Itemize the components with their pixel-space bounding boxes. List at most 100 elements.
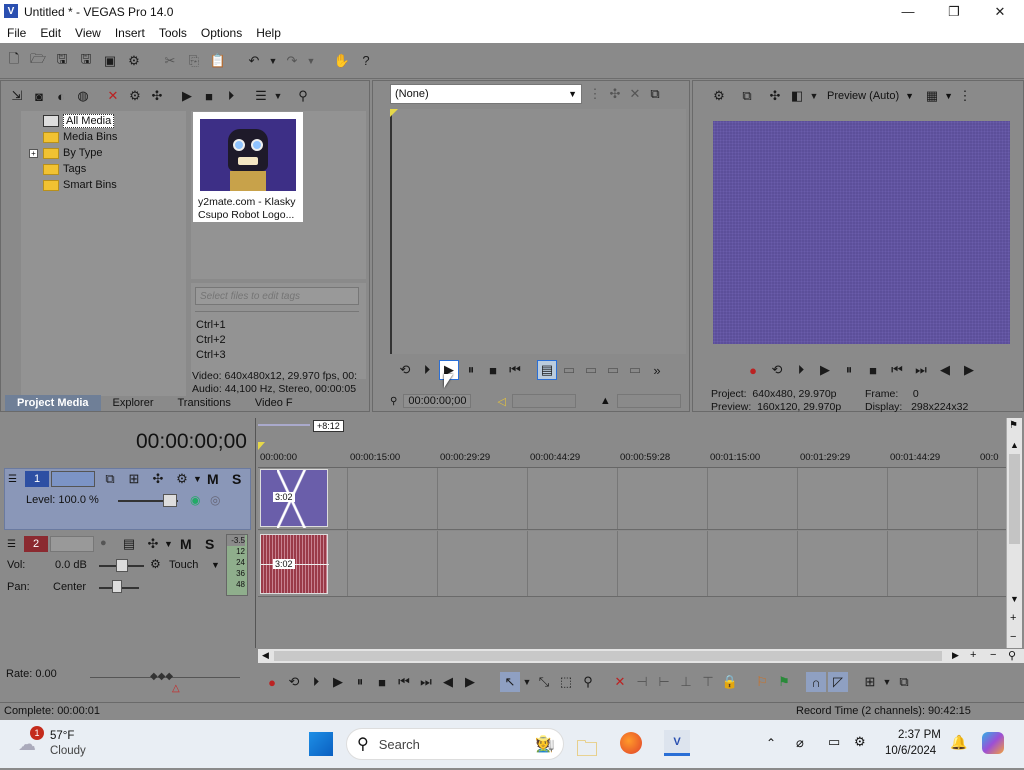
properties-icon[interactable]: ⚙ [124, 51, 144, 71]
go-to-start-icon[interactable]: ⏮ [505, 360, 525, 380]
audio-channel-icon[interactable]: ✣ [143, 534, 163, 554]
ripple-edit-icon[interactable]: ⊞ [860, 672, 880, 692]
level-slider-thumb[interactable] [163, 494, 177, 507]
grid-icon[interactable]: ▦ [922, 86, 942, 106]
tree-smart-bins[interactable]: Smart Bins [23, 177, 184, 193]
preview-quality[interactable]: Preview (Auto) [827, 90, 899, 102]
track-fx-icon[interactable]: ⊞ [124, 469, 144, 489]
stop-icon[interactable]: ■ [863, 360, 883, 380]
tab-transitions[interactable]: Transitions [166, 395, 243, 411]
automation-mode[interactable]: Touch [169, 559, 198, 571]
tab-explorer[interactable]: Explorer [101, 395, 166, 411]
track-motion-icon[interactable]: ⧉ [100, 469, 120, 489]
help-icon[interactable]: ? [356, 51, 376, 71]
automation-dropdown-icon[interactable]: ▼ [211, 560, 220, 570]
open-folder-icon[interactable]: 🗁 [28, 51, 48, 71]
media-fx-icon[interactable]: ⚙ [125, 86, 145, 106]
pause-icon[interactable]: ⏸ [461, 360, 481, 380]
render-icon[interactable]: ▣ [100, 51, 120, 71]
trim-icon[interactable]: ⊤ [698, 672, 718, 692]
save-icon[interactable]: 🖫 [52, 51, 72, 71]
stop-icon[interactable]: ■ [199, 86, 219, 106]
tree-tags[interactable]: Tags [23, 161, 184, 177]
weather-widget[interactable]: ☁ 1 57°F Cloudy [18, 726, 118, 762]
menu-file[interactable]: File [0, 26, 33, 40]
web-icon[interactable]: ◍ [73, 86, 93, 106]
trimmer-clear-icon[interactable]: ⋮ [585, 84, 605, 104]
insert-icon[interactable]: ▭ [603, 360, 623, 380]
scroll-up-icon[interactable]: ▲ [1010, 440, 1019, 450]
grid-dropdown-icon[interactable]: ▼ [944, 91, 953, 101]
import-media-icon[interactable]: ⇲ [7, 86, 27, 106]
zoom-tool-icon[interactable]: ⚲ [1008, 649, 1016, 662]
audio-track-lane[interactable]: 3:02 [258, 531, 1006, 597]
tag-input[interactable] [195, 287, 359, 305]
timeline-vertical-scrollbar[interactable]: ⚑ ▲ ▼ + − [1006, 418, 1022, 648]
automation-icon[interactable]: ⚙ [150, 557, 161, 571]
audio-track-name-field[interactable] [50, 536, 94, 552]
notification-bell-icon[interactable]: 🔔 [950, 734, 967, 751]
loop-playback-icon[interactable]: ⟲ [284, 672, 304, 692]
media-thumbnail[interactable]: y2mate.com - Klasky Csupo Robot Logo... [193, 112, 303, 222]
track-name-field[interactable] [51, 471, 95, 487]
h-scroll-thumb[interactable] [274, 651, 942, 661]
overlays-dropdown-icon[interactable]: ▼ [809, 86, 819, 106]
paste-icon[interactable]: 📋 [208, 51, 228, 71]
go-to-end-icon[interactable]: ⏭ [911, 360, 931, 380]
tab-video-fx[interactable]: Video F [243, 395, 305, 411]
trim-end-icon[interactable]: ⊢ [654, 672, 674, 692]
file-explorer-icon[interactable]: 🗀 [576, 732, 598, 770]
vegas-taskbar-icon[interactable]: V [664, 730, 690, 756]
trimmer-snap-icon[interactable]: ✣ [605, 84, 625, 104]
zoom-out-horizontal-icon[interactable]: − [990, 649, 996, 661]
audio-solo-button[interactable]: S [205, 536, 214, 552]
go-to-start-icon[interactable]: ⏮ [887, 360, 907, 380]
clock-date[interactable]: 10/6/2024 [885, 745, 936, 757]
tab-project-media[interactable]: Project Media [5, 395, 101, 411]
network-icon[interactable]: ⌀ [796, 735, 804, 751]
video-mute-button[interactable]: M [207, 471, 219, 487]
compositing-mode-icon[interactable]: ◎ [210, 493, 220, 507]
region-icon[interactable]: ⚑ [774, 672, 794, 692]
loop-icon[interactable]: ⟲ [767, 360, 787, 380]
menu-help[interactable]: Help [249, 26, 288, 40]
new-file-icon[interactable]: 🗋 [4, 51, 24, 71]
scroll-right-icon[interactable]: ▶ [952, 650, 959, 661]
menu-insert[interactable]: Insert [108, 26, 152, 40]
record-icon[interactable]: ● [262, 672, 282, 692]
expand-icon[interactable]: + [29, 148, 38, 158]
prev-frame-icon[interactable]: ◀ [935, 360, 955, 380]
loop-icon[interactable]: ⟲ [395, 360, 415, 380]
audio-mute-button[interactable]: M [180, 536, 192, 552]
more-icon[interactable]: » [647, 360, 667, 380]
play-icon[interactable]: ▶ [328, 672, 348, 692]
zoom-edit-tool-icon[interactable]: ⚲ [578, 672, 598, 692]
views-icon[interactable]: ☰ [251, 86, 271, 106]
stop-icon[interactable]: ■ [372, 672, 392, 692]
add-to-timeline-icon[interactable]: ▭ [559, 360, 579, 380]
snapping-icon[interactable]: ∩ [806, 672, 826, 692]
prev-frame-icon[interactable]: ◀ [438, 672, 458, 692]
edit-tool-dropdown-icon[interactable]: ▼ [522, 672, 532, 692]
arm-record-icon[interactable]: ● [100, 537, 107, 549]
fx-chain-icon[interactable]: ◉ [190, 493, 200, 507]
minimize-button[interactable]: — [885, 0, 931, 23]
settings-icon[interactable]: ⚙ [854, 734, 866, 750]
play-from-start-icon[interactable]: ⏵ [791, 360, 811, 380]
auto-preview-icon[interactable]: ⏵ [221, 86, 241, 106]
normal-edit-tool-icon[interactable]: ↖ [500, 672, 520, 692]
scroll-down-icon[interactable]: ▼ [1010, 594, 1019, 604]
collapse-icon[interactable]: ☰ [8, 474, 17, 485]
mark-icon[interactable]: ▲ [600, 395, 611, 407]
redo-icon[interactable]: ↷ [282, 51, 302, 71]
copy-icon[interactable]: ⎘ [184, 51, 204, 71]
tree-by-type[interactable]: + By Type [23, 145, 184, 161]
audio-clip[interactable]: 3:02 [260, 534, 329, 594]
timeline-horizontal-scrollbar[interactable]: ◀ ▶ + − ⚲ [258, 649, 1024, 663]
record-icon[interactable]: ● [743, 360, 763, 380]
get-media-icon[interactable]: ◐ [51, 86, 71, 106]
play-icon[interactable]: ▶ [815, 360, 835, 380]
go-to-start-icon[interactable]: ⏮ [394, 672, 414, 692]
maximize-button[interactable]: ❐ [931, 0, 977, 23]
overlays-icon[interactable]: ◧ [787, 86, 807, 106]
